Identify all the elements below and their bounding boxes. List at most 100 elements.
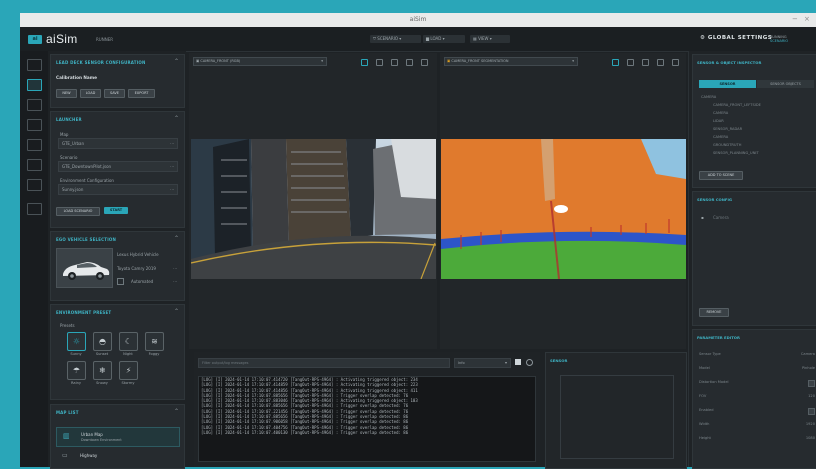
home-icon[interactable]	[27, 59, 42, 71]
param-row[interactable]: Enabled	[699, 408, 815, 415]
environment-config-label: Environment Configuration	[60, 178, 114, 183]
preset-rainy-button[interactable]: ☂	[67, 361, 86, 380]
chevron-up-icon[interactable]: ⌃	[174, 308, 179, 315]
chevron-up-icon[interactable]: ⌃	[174, 235, 179, 242]
segmentation-camera-view[interactable]	[441, 139, 686, 279]
dots-icon[interactable]: ⋯	[170, 187, 174, 192]
param-row[interactable]: Width 1920	[699, 422, 815, 429]
view-menu-button[interactable]: ▦ VIEW ▾	[470, 35, 510, 43]
preset-night-button[interactable]: ☾	[119, 332, 138, 351]
fullscreen-icon[interactable]	[672, 59, 679, 66]
param-row[interactable]: Height 1080	[699, 436, 815, 443]
logo-badge: ai	[28, 35, 42, 44]
capture-icon[interactable]	[657, 59, 664, 66]
expand-icon[interactable]	[391, 59, 398, 66]
rgb-camera-view[interactable]	[191, 139, 436, 279]
top-toolbar: ai aiSim RUNNER ⛉ SCENARIO ▾ ▆ LOAD ▾ ▦ …	[20, 27, 816, 52]
sensor-config-title: SENSOR CONFIG	[697, 197, 733, 202]
side-panel: LEAD DECK SENSOR CONFIGURATION ⌃ Calibra…	[48, 51, 186, 469]
load-menu-button[interactable]: ▆ LOAD ▾	[423, 35, 465, 43]
chart-icon[interactable]	[27, 203, 42, 215]
remove-button[interactable]: REMOVE	[699, 308, 729, 317]
tree-item[interactable]: SENSOR_PLANNING_UNIT	[713, 151, 759, 155]
clear-log-icon[interactable]	[515, 359, 521, 365]
right-camera-select[interactable]: ▣ CAMERA_FRONT SEGMENTATION ▾	[444, 57, 578, 66]
list-icon[interactable]	[27, 179, 42, 191]
automated-checkbox[interactable]	[117, 278, 124, 285]
capture-icon[interactable]	[406, 59, 413, 66]
dots-icon[interactable]: ⋯	[173, 266, 177, 271]
map-list-item[interactable]: ▭ Highway	[56, 449, 178, 463]
scenario-field[interactable]: GTE_DowntownPilot.json ⋯	[58, 161, 178, 172]
log-level-select[interactable]: Info ▾	[454, 358, 511, 368]
layers-icon[interactable]	[627, 59, 634, 66]
environment-config-field[interactable]: Sunny.json ⋯	[58, 184, 178, 195]
map-label: Map	[60, 132, 69, 137]
tree-item[interactable]: CAMERA	[701, 95, 716, 99]
param-row[interactable]: Model Pinhole	[699, 366, 815, 373]
chevron-up-icon[interactable]: ⌃	[174, 408, 179, 415]
tree-item[interactable]: GROUNDTRUTH	[713, 143, 741, 147]
vehicle-icon[interactable]	[27, 139, 42, 151]
tab-sensor-objects[interactable]: SENSOR OBJECTS	[757, 80, 814, 88]
parameter-editor-title: PARAMETER EDITOR	[697, 335, 740, 340]
tree-item[interactable]: CAMERA_FRONT_LEFTSIDE	[713, 103, 761, 107]
tree-item[interactable]: CAMERA	[713, 135, 728, 139]
scenario-menu-button[interactable]: ⛉ SCENARIO ▾	[370, 35, 421, 43]
calib-new-button[interactable]: NEW	[56, 89, 77, 98]
dots-icon[interactable]: ⋯	[173, 279, 177, 284]
sensor-preview-area[interactable]	[560, 375, 674, 459]
grid-icon[interactable]	[612, 59, 619, 66]
param-row[interactable]: Sensor Type Camera	[699, 352, 815, 359]
layers-icon[interactable]	[376, 59, 383, 66]
sensor-config-item[interactable]: ▪ Camera	[699, 214, 814, 222]
fullscreen-icon[interactable]	[421, 59, 428, 66]
tree-item[interactable]: SENSOR_RADAR	[713, 127, 742, 131]
log-filter-input[interactable]: Filter output/log messages	[198, 358, 450, 368]
grid-icon[interactable]	[361, 59, 368, 66]
dots-icon[interactable]: ⋯	[170, 141, 174, 146]
map-list-item[interactable]: ▥ Urban Map Downtown Environment	[56, 427, 180, 447]
checkbox[interactable]	[808, 408, 815, 415]
left-camera-select[interactable]: ▣ CAMERA_FRONT (RGB) ▾	[193, 57, 327, 66]
add-to-scene-button[interactable]: ADD TO SCENE	[699, 171, 743, 180]
window-titlebar: aiSim − ×	[20, 13, 816, 28]
vehicle-model: Toyota Camry 2019	[117, 266, 156, 271]
map-field[interactable]: GTE_Urban ⋯	[58, 138, 178, 149]
environment-panel: ENVIRONMENT PRESET ⌃ Presets ☼ ◓ ☾ ≋ Sun…	[50, 304, 185, 400]
calib-export-button[interactable]: EXPORT	[128, 89, 155, 98]
preset-stormy-button[interactable]: ⚡	[119, 361, 138, 380]
preset-sunny-button[interactable]: ☼	[67, 332, 86, 351]
tools-icon[interactable]	[27, 159, 42, 171]
app-mode-label: RUNNER	[96, 37, 113, 42]
settings-icon[interactable]	[526, 359, 533, 366]
tab-sensor[interactable]: SENSOR	[699, 80, 756, 88]
vehicle-thumbnail[interactable]	[56, 248, 113, 288]
sensors-icon[interactable]	[27, 99, 42, 111]
param-row[interactable]: Distortion Model	[699, 380, 815, 387]
expand-icon[interactable]	[642, 59, 649, 66]
param-row[interactable]: FOV 120	[699, 394, 815, 401]
calib-load-button[interactable]: LOAD	[80, 89, 101, 98]
checkbox[interactable]	[808, 380, 815, 387]
start-button[interactable]: START	[104, 207, 128, 214]
chevron-up-icon[interactable]: ⌃	[174, 58, 179, 65]
preset-snowy-button[interactable]: ❄	[93, 361, 112, 380]
sensor-inspector-panel: SENSOR & OBJECT INSPECTOR SENSOR SENSOR …	[692, 54, 816, 188]
preset-sunset-button[interactable]: ◓	[93, 332, 112, 351]
chevron-up-icon[interactable]: ⌃	[174, 115, 179, 122]
preset-foggy-button[interactable]: ≋	[145, 332, 164, 351]
close-icon[interactable]: ×	[804, 15, 810, 23]
tree-item[interactable]: LIDAR	[713, 119, 724, 123]
load-scenario-button[interactable]: LOAD SCENARIO	[56, 207, 100, 216]
calib-save-button[interactable]: SAVE	[104, 89, 125, 98]
map-icon[interactable]	[27, 119, 42, 131]
scenario-icon[interactable]	[27, 79, 42, 91]
calibration-title: LEAD DECK SENSOR CONFIGURATION	[56, 60, 146, 65]
tree-item[interactable]: CAMERA	[713, 111, 728, 115]
car-icon	[63, 262, 110, 280]
minimize-icon[interactable]: −	[792, 15, 798, 23]
launcher-title: LAUNCHER	[56, 117, 82, 122]
global-settings-button[interactable]: ⚙ GLOBAL SETTINGS	[700, 35, 772, 41]
dots-icon[interactable]: ⋯	[170, 164, 174, 169]
